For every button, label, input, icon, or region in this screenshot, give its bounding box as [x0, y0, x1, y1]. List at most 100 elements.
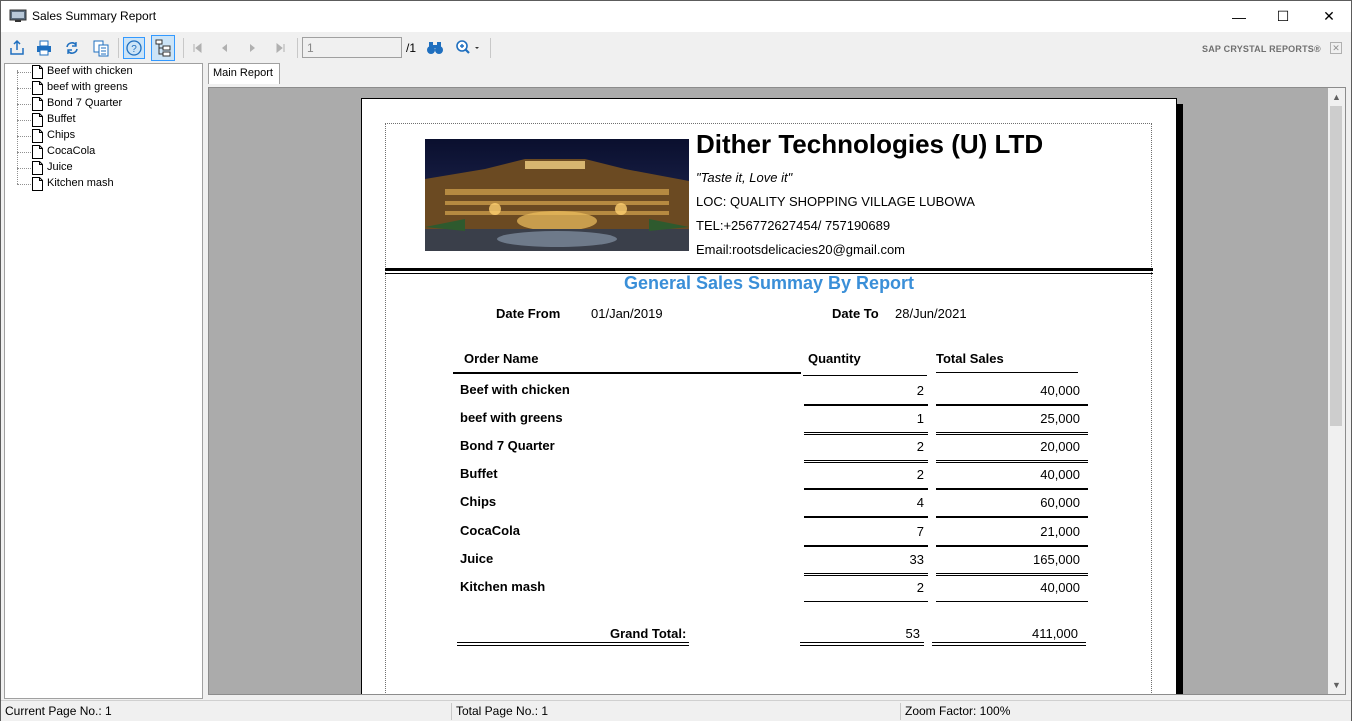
total-sales-cell: 165,000 — [1033, 552, 1080, 567]
total-sales-cell: 20,000 — [1040, 439, 1080, 454]
previous-page-button[interactable] — [213, 37, 235, 59]
zoom-factor-status: Zoom Factor: 100% — [905, 704, 1011, 718]
order-name-cell: beef with greens — [460, 410, 563, 425]
maximize-button[interactable]: ☐ — [1260, 1, 1306, 32]
tree-item-label: CocaCola — [47, 145, 96, 157]
status-separator — [900, 703, 901, 720]
row-separator — [936, 488, 1088, 490]
current-page-status: Current Page No.: 1 — [5, 704, 112, 718]
scroll-down-icon[interactable]: ▼ — [1332, 680, 1341, 690]
grand-total-underline — [800, 645, 924, 646]
document-icon — [32, 145, 43, 159]
row-separator — [936, 575, 1088, 576]
grand-total-underline — [800, 642, 924, 643]
header-divider — [385, 268, 1153, 271]
total-sales-cell: 60,000 — [1040, 495, 1080, 510]
tree-item-label: Buffet — [47, 113, 76, 125]
date-to-value: 28/Jun/2021 — [895, 306, 967, 321]
column-header-quantity: Quantity — [808, 351, 861, 366]
company-slogan: "Taste it, Love it" — [696, 170, 793, 185]
close-button[interactable]: ✕ — [1306, 1, 1352, 32]
group-tree-panel: Beef with chicken beef with greens Bond … — [4, 63, 203, 699]
tree-item[interactable]: Chips — [5, 128, 200, 144]
next-page-button[interactable] — [242, 37, 264, 59]
order-name-cell: Kitchen mash — [460, 579, 546, 594]
find-text-button[interactable] — [424, 37, 446, 59]
vertical-scrollbar[interactable]: ▲ ▼ — [1328, 88, 1345, 694]
grand-total-underline — [457, 645, 689, 646]
document-icon — [32, 161, 43, 175]
goto-page-input[interactable] — [302, 37, 402, 58]
total-sales-cell: 25,000 — [1040, 411, 1080, 426]
quantity-cell: 2 — [916, 580, 924, 595]
scroll-up-icon[interactable]: ▲ — [1332, 92, 1341, 102]
date-to-label: Date To — [832, 306, 879, 321]
app-icon — [9, 9, 27, 22]
scrollbar-thumb[interactable] — [1330, 106, 1342, 426]
order-name-cell: Bond 7 Quarter — [460, 438, 555, 453]
tree-item[interactable]: Juice — [5, 160, 200, 176]
quantity-cell: 2 — [916, 383, 924, 398]
report-viewer: Dither Technologies (U) LTD "Taste it, L… — [208, 87, 1346, 695]
last-page-button[interactable] — [270, 37, 292, 59]
grand-total-quantity: 53 — [905, 626, 920, 641]
grand-total-underline — [932, 645, 1086, 646]
row-separator — [804, 488, 928, 490]
help-parameter-icon: ? — [126, 40, 142, 56]
row-separator — [804, 432, 928, 433]
total-sales-cell: 21,000 — [1040, 524, 1080, 539]
order-name-cell: CocaCola — [460, 523, 520, 538]
company-telephone: TEL:+256772627454/ 757190689 — [696, 218, 891, 233]
copy-button[interactable] — [90, 37, 112, 59]
refresh-button[interactable] — [61, 37, 83, 59]
row-separator — [936, 404, 1088, 406]
minimize-button[interactable]: — — [1216, 1, 1262, 32]
document-icon — [32, 97, 43, 111]
tree-item[interactable]: Buffet — [5, 112, 200, 128]
tree-item[interactable]: beef with greens — [5, 80, 200, 96]
group-tree-icon — [155, 39, 171, 57]
order-name-cell: Chips — [460, 494, 497, 509]
column-header-total-sales: Total Sales — [936, 351, 1004, 366]
company-email: Email:rootsdelicacies20@gmail.com — [696, 242, 905, 257]
svg-text:?: ? — [131, 44, 137, 55]
quantity-cell: 2 — [916, 467, 924, 482]
total-page-status: Total Page No.: 1 — [456, 704, 549, 718]
document-icon — [32, 177, 43, 191]
tree-item[interactable]: Kitchen mash — [5, 176, 200, 192]
order-name-cell: Beef with chicken — [460, 382, 570, 397]
grand-total-sales: 411,000 — [1031, 626, 1078, 641]
window-title: Sales Summary Report — [32, 9, 157, 23]
zoom-dropdown-button[interactable] — [452, 37, 484, 59]
first-page-button[interactable] — [186, 37, 208, 59]
toggle-parameter-panel-button[interactable]: ? — [123, 37, 145, 59]
last-page-icon — [276, 42, 285, 54]
export-button[interactable] — [6, 37, 28, 59]
date-from-label: Date From — [496, 306, 561, 321]
page-total-label: /1 — [406, 41, 417, 55]
column-header-order-name: Order Name — [464, 351, 539, 366]
toolbar-separator — [490, 38, 491, 58]
row-separator — [804, 573, 928, 574]
close-view-button[interactable]: ✕ — [1330, 42, 1342, 54]
document-icon — [32, 129, 43, 143]
grand-total-label: Grand Total: — [610, 626, 687, 641]
header-underline — [803, 375, 927, 376]
tree-item-label: Chips — [47, 129, 76, 141]
print-button[interactable] — [33, 37, 55, 59]
grand-total-underline — [457, 642, 689, 643]
tree-item[interactable]: CocaCola — [5, 144, 200, 160]
row-separator — [936, 434, 1088, 435]
total-sales-cell: 40,000 — [1040, 467, 1080, 482]
zoom-icon — [456, 40, 479, 54]
row-separator — [804, 575, 928, 576]
toolbar-separator — [118, 38, 119, 58]
row-separator — [936, 460, 1088, 461]
tab-main-report[interactable]: Main Report — [208, 63, 280, 84]
tree-item[interactable]: Beef with chicken — [5, 64, 200, 80]
toolbar: ? 1 /1 SAP CRYSTAL REPORTS® ✕ — [1, 32, 1351, 62]
quantity-cell: 7 — [916, 524, 924, 539]
toggle-group-tree-button[interactable] — [151, 35, 175, 61]
tree-item[interactable]: Bond 7 Quarter — [5, 96, 200, 112]
tree-item-label: beef with greens — [47, 81, 128, 93]
